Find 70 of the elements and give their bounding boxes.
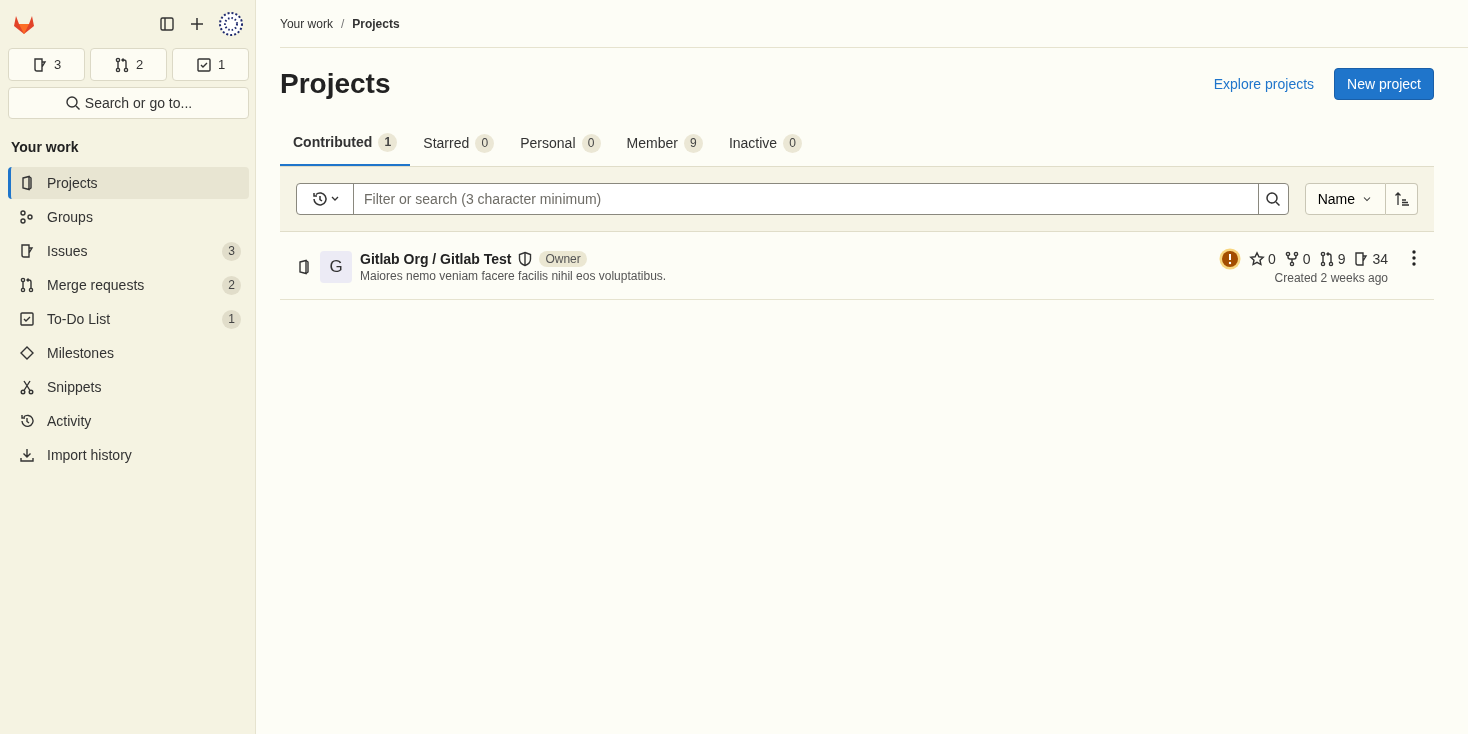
scissors-icon [19, 379, 35, 395]
avatar-icon[interactable] [219, 12, 243, 36]
todos-counter-button[interactable]: 1 [172, 48, 249, 81]
sidebar-item[interactable]: Activity [8, 405, 249, 437]
sidebar-item[interactable]: Issues 3 [8, 235, 249, 267]
more-options-icon[interactable] [1412, 250, 1416, 266]
issue-icon [1353, 251, 1370, 267]
count-badge: 3 [222, 241, 241, 261]
warning-icon [1219, 248, 1242, 270]
sidebar-item[interactable]: Groups [8, 201, 249, 233]
breadcrumb-link[interactable]: Your work [280, 16, 333, 31]
forks-count[interactable]: 0 [1283, 251, 1311, 267]
count-badge: 0 [475, 133, 495, 153]
breadcrumb-separator: / [340, 16, 345, 31]
merge-requests-count[interactable]: 9 [1318, 251, 1346, 267]
tab[interactable]: Member 9 [613, 120, 716, 166]
issue-icon [31, 56, 48, 73]
search-button[interactable]: Search or go to... [8, 87, 249, 119]
count-badge: 0 [783, 133, 803, 153]
merge-requests-counter-button[interactable]: 2 [90, 48, 167, 81]
count-badge: 9 [683, 133, 703, 153]
count-badge: 2 [222, 275, 241, 295]
count-badge: 1 [378, 132, 398, 152]
sort-direction-button[interactable] [1386, 183, 1418, 215]
page-title: Projects [280, 68, 391, 100]
project-description: Maiores nemo veniam facere facilis nihil eos voluptatibus. [360, 268, 667, 283]
shield-icon [517, 250, 534, 267]
sidebar-item[interactable]: Import history [8, 439, 249, 471]
sidebar-item[interactable]: To-Do List 1 [8, 303, 249, 335]
explore-link[interactable]: Explore projects [1213, 76, 1315, 92]
history-icon [19, 413, 35, 429]
role-badge: Owner [539, 250, 587, 267]
tab[interactable]: Inactive 0 [715, 120, 816, 166]
sidebar-item[interactable]: Merge requests 2 [8, 269, 249, 301]
project-icon [19, 175, 35, 191]
search-icon [1265, 191, 1282, 207]
merge-request-icon [1318, 251, 1335, 267]
created-time: Created 2 weeks ago [1274, 271, 1388, 285]
checkbox-icon [195, 56, 212, 73]
issues-count[interactable]: 34 [1353, 251, 1388, 267]
count-badge: 0 [581, 133, 601, 153]
diamond-icon [19, 345, 35, 361]
sidebar-item[interactable]: Projects [8, 167, 249, 199]
tab[interactable]: Starred 0 [410, 120, 508, 166]
sort-dropdown[interactable]: Name [1304, 183, 1386, 215]
stars-count[interactable]: 0 [1249, 251, 1276, 267]
issue-icon [19, 243, 35, 259]
project-avatar[interactable]: G [320, 250, 352, 283]
issues-counter-button[interactable]: 3 [8, 48, 85, 81]
download-icon [19, 447, 35, 463]
breadcrumb-link[interactable]: Projects [352, 16, 400, 31]
history-icon [311, 191, 339, 207]
sort-ascending-icon [1393, 191, 1410, 207]
sidebar-item[interactable]: Snippets [8, 371, 249, 403]
merge-request-icon [113, 56, 130, 73]
section-title: Your work [11, 139, 80, 155]
new-project-button[interactable]: New project [1334, 68, 1434, 100]
project-name-link[interactable]: Gitlab Org / Gitlab Test [360, 250, 512, 267]
groups-icon [19, 209, 35, 225]
count-badge: 1 [222, 309, 241, 329]
sidebar-item[interactable]: Milestones [8, 337, 249, 369]
project-icon [296, 258, 312, 275]
merge-request-icon [19, 277, 35, 293]
sidebar-toggle-icon[interactable] [159, 16, 175, 32]
plus-icon[interactable] [189, 16, 205, 32]
tab[interactable]: Personal 0 [507, 120, 614, 166]
checkbox-icon [19, 311, 35, 327]
star-icon [1249, 251, 1266, 267]
search-icon [64, 95, 81, 111]
fork-icon [1283, 251, 1300, 267]
